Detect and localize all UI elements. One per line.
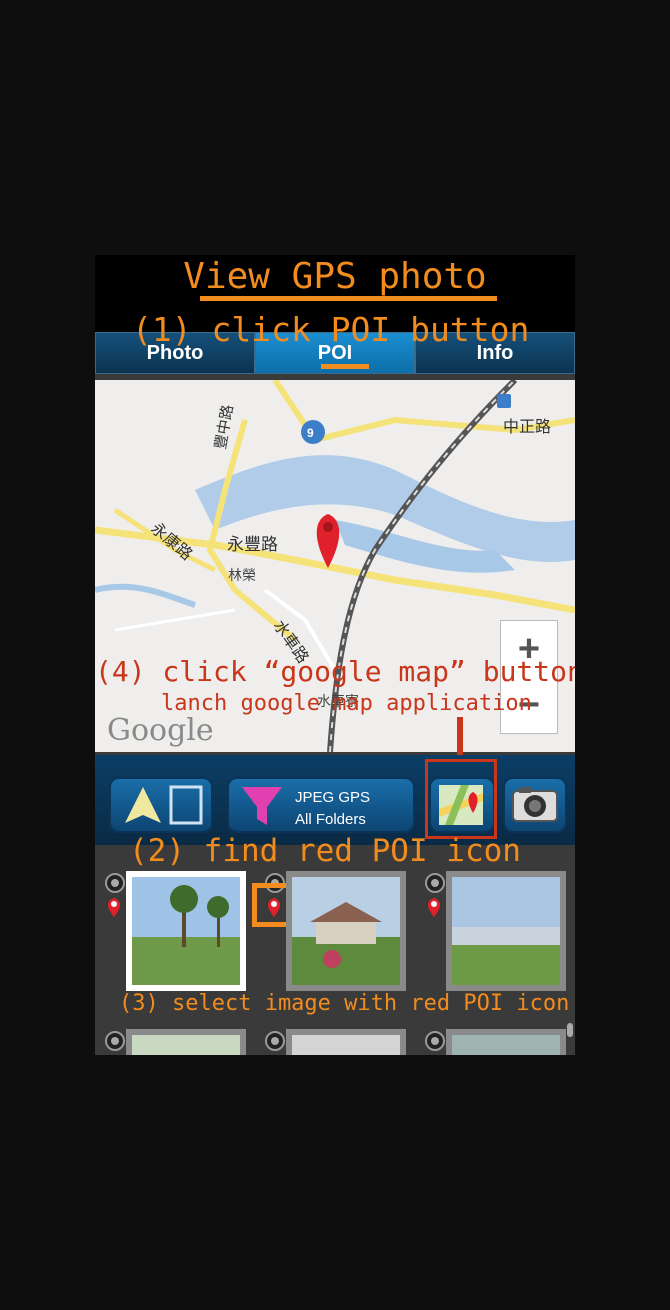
toolbar: JPEG GPS All Folders <box>95 755 575 845</box>
camera-badge-icon <box>425 873 445 893</box>
road-2 <box>206 419 297 643</box>
photo-palm-trees <box>132 877 240 985</box>
photo-thumbnail[interactable] <box>286 871 406 991</box>
label-linrong: 林榮 <box>228 568 256 584</box>
camera-icon <box>512 787 558 822</box>
photo-thumbnail[interactable] <box>126 871 246 991</box>
scrollbar[interactable] <box>567 1023 573 1037</box>
step4-pointer-line <box>457 717 463 757</box>
photo-thumbnail[interactable] <box>446 1029 566 1055</box>
camera-badge-icon <box>265 1031 285 1051</box>
red-poi-icon <box>428 898 440 917</box>
road-6 <box>114 608 236 632</box>
step4-annotation: (4) click “google map” button <box>95 655 575 688</box>
label-yongfeng: 永豐路 <box>227 535 278 555</box>
river-3 <box>95 583 196 608</box>
filter-format-label: JPEG GPS <box>295 789 371 806</box>
photo-thumbnail[interactable] <box>446 871 566 991</box>
page-title: View GPS photo <box>183 256 487 297</box>
camera-badge-icon <box>105 1031 125 1051</box>
red-poi-icon <box>108 898 120 917</box>
step1-annotation: (1) click POI button <box>132 310 530 349</box>
navigate-arrow-icon <box>125 785 203 825</box>
step3-annotation: (3) select image with red POI icon <box>119 991 570 1016</box>
camera-badge-icon <box>425 1031 445 1051</box>
filter-text: JPEG GPS All Folders <box>295 787 370 831</box>
google-attribution: Google <box>107 713 214 748</box>
label-zhongzheng: 中正路 <box>503 417 551 436</box>
label-vertical-road: 豐中路 <box>211 403 237 450</box>
app-panel: View GPS photo Photo POI Info (1) click … <box>95 255 575 1055</box>
funnel-icon <box>242 787 282 825</box>
step4-sub-annotation: lanch google map application <box>161 691 532 716</box>
photo-landscape <box>452 877 560 985</box>
title-underline <box>200 296 497 301</box>
camera-badge-icon <box>105 873 125 893</box>
google-map-button-highlight <box>425 759 497 839</box>
camera-button[interactable] <box>503 777 567 833</box>
photo-thumbnail[interactable] <box>126 1029 246 1055</box>
photo-thumbnail[interactable] <box>286 1029 406 1055</box>
poi-tab-highlight <box>321 364 369 369</box>
route-number-label: 9 <box>307 426 314 440</box>
navigate-button[interactable] <box>109 777 213 833</box>
photo-building <box>292 877 400 985</box>
photo-grid: (3) select image with red POI icon <box>95 855 575 1055</box>
filter-folder-label: All Folders <box>295 811 366 828</box>
filter-button[interactable]: JPEG GPS All Folders <box>227 777 415 833</box>
